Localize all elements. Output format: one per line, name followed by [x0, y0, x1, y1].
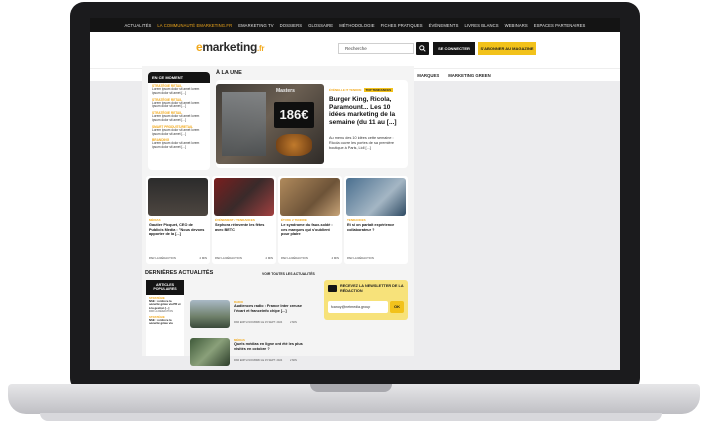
popular-item[interactable]: STRATÉGIE NSE : renforce la sécurité grâ… [146, 314, 184, 327]
sidebar-item[interactable]: BRANDING Lorem ipsum dolor sit amet lorem… [148, 137, 210, 151]
top-menu-item[interactable]: ESPACES PARTENAIRES [534, 23, 586, 28]
sidebar-item[interactable]: STRATÉGIE RETAIL Lorem ipsum dolor sit am… [148, 83, 210, 97]
search-icon [419, 45, 426, 52]
laptop-notch [310, 384, 392, 392]
newsletter-box: RECEVEZ LA NEWSLETTER DE LA RÉDACTION fc… [324, 280, 408, 320]
newsletter-title: RECEVEZ LA NEWSLETTER DE LA RÉDACTION [340, 284, 404, 293]
top-menu-item[interactable]: MÉTHODOLOGIE [339, 23, 374, 28]
search-input[interactable]: Recherche [338, 43, 414, 54]
featured-description: Au menu des 10 idées cette semaine : Ric… [329, 136, 394, 150]
burger-image [276, 134, 312, 156]
news-thumbnail [190, 300, 230, 328]
top-menu-item[interactable]: ACTUALITÉS [125, 23, 152, 28]
top-menu-item[interactable]: FICHES PRATIQUES [381, 23, 423, 28]
nav-item[interactable]: MARQUES [417, 73, 439, 78]
top-menu-item[interactable]: GLOSSAIRE [308, 23, 333, 28]
article-card[interactable]: ÉTUDE 2 TENDRE Le syndrome du faux-soldé… [278, 176, 342, 264]
news-item[interactable]: RADIO Audiences radio : France Inter cre… [190, 300, 318, 334]
en-ce-moment-box: EN CE MOMENT STRATÉGIE RETAIL Lorem ipsum… [148, 72, 210, 170]
site-header: emarketing.fr Recherche SE CONNECTER S'A… [90, 32, 620, 68]
top-menu-item[interactable]: DOSSIERS [280, 23, 302, 28]
a-la-une-heading: À LA UNE [216, 70, 242, 76]
image-price: 186€ [274, 102, 314, 128]
top-menu-item[interactable]: ÉVÉNEMENTS [429, 23, 459, 28]
storefront-window [222, 92, 266, 156]
top-menu-item[interactable]: WEBINARS [505, 23, 528, 28]
featured-tag-badge: TOP TENDANCES [363, 88, 394, 92]
article-card[interactable]: ÉVÉNEMENT / TENDANCES Sephora réinvente … [212, 176, 276, 264]
news-thumbnail [190, 338, 230, 366]
top-menu-item[interactable]: LIVRES BLANCS [464, 23, 498, 28]
see-all-link[interactable]: VOIR TOUTES LES ACTUALITÉS [262, 272, 315, 276]
article-card-image [148, 178, 208, 216]
featured-tag: ÉVÈNELLE IT TENDRE [329, 88, 362, 92]
popular-articles-box: ARTICLES POPULAIRES STRATÉGIE NSE : renf… [146, 280, 184, 356]
news-item[interactable]: MÉDIAS Quels médias en ligne ont été les… [190, 338, 318, 372]
article-card-image [280, 178, 340, 216]
dernieres-actualites-heading: DERNIÈRES ACTUALITÉS [145, 270, 214, 276]
subscribe-button[interactable]: S'ABONNER AU MAGAZINE [478, 42, 536, 55]
laptop-shadow [40, 413, 662, 421]
site-logo[interactable]: emarketing.fr [196, 40, 264, 54]
featured-article-card[interactable]: Masters 186€ ÉVÈNELLE IT TENDRE TOP TEND… [216, 80, 408, 168]
newsletter-email-input[interactable]: fcanoy@netmedia.group [328, 301, 388, 313]
article-cards: MÉDIAS Gautier Picquet, CEO de Publicis … [146, 176, 408, 264]
sidebar-item[interactable]: STRATÉGIE RETAIL Lorem ipsum dolor sit am… [148, 110, 210, 124]
sidebar-item[interactable]: STRATÉGIE RETAIL Lorem ipsum dolor sit am… [148, 97, 210, 111]
article-card[interactable]: TENDANCES Et si on partait expérience co… [344, 176, 408, 264]
featured-tags: ÉVÈNELLE IT TENDRE TOP TENDANCES [329, 88, 394, 92]
article-card-image [214, 178, 274, 216]
nav-item[interactable]: MARKETING GREEN [448, 73, 491, 78]
login-button[interactable]: SE CONNECTER [433, 42, 475, 55]
featured-title[interactable]: Burger King, Ricola, Paramount... Les 10… [329, 96, 405, 126]
top-menu-item[interactable]: LA COMMUNAUTÉ EMARKETING.FR [157, 23, 232, 28]
sidebar-item[interactable]: SMART PRODUITS/RETAIL Lorem ipsum dolor s… [148, 124, 210, 138]
search-button[interactable] [416, 42, 429, 55]
en-ce-moment-heading: EN CE MOMENT [148, 72, 210, 83]
top-menu-bar: ACTUALITÉS LA COMMUNAUTÉ EMARKETING.FR E… [90, 18, 620, 32]
article-card-image [346, 178, 406, 216]
newsletter-submit-button[interactable]: OK [390, 301, 404, 313]
article-card[interactable]: MÉDIAS Gautier Picquet, CEO de Publicis … [146, 176, 210, 264]
popular-item[interactable]: STRATÉGIE NSE : renforce la sécurité grâ… [146, 295, 184, 314]
popular-articles-heading: ARTICLES POPULAIRES [146, 280, 184, 295]
image-label: Masters [276, 88, 295, 94]
top-menu-item[interactable]: EMARKETING TV [238, 23, 273, 28]
envelope-icon [328, 285, 337, 292]
featured-article-image: Masters 186€ [216, 84, 324, 164]
